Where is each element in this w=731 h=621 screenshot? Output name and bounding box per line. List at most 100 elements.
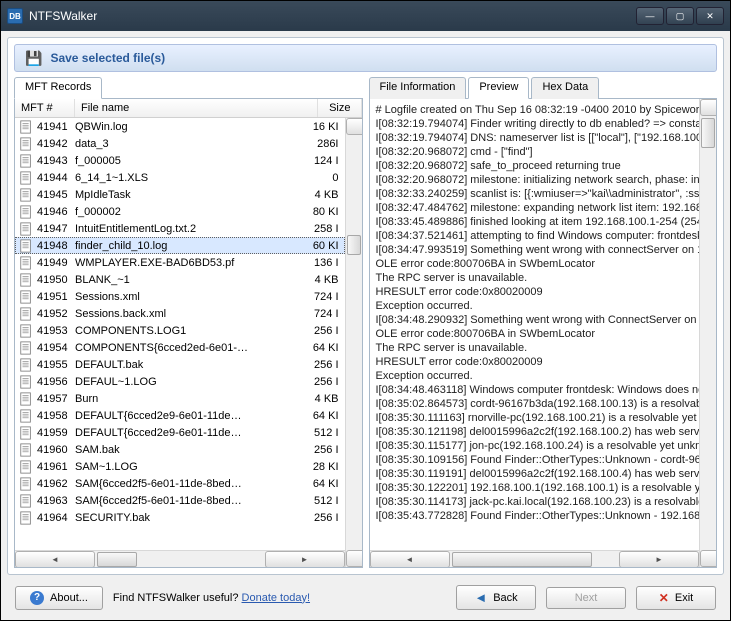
cell-size: 16 KI [301, 121, 345, 133]
horizontal-scrollbar[interactable]: ◄ ► [15, 550, 345, 567]
col-header-size[interactable]: Size [318, 99, 362, 117]
cell-mft: 41954 [35, 342, 75, 354]
table-row[interactable]: 41963SAM{6cced2f5-6e01-11de-8bed…512 I [15, 492, 345, 509]
preview-line: # Logfile created on Thu Sep 16 08:32:19… [376, 103, 694, 117]
preview-line: I[08:34:37.521461] attempting to find Wi… [376, 229, 694, 243]
tab-hex-data[interactable]: Hex Data [531, 77, 599, 99]
cell-filename: QBWin.log [75, 121, 301, 133]
preview-line: I[08:32:20.968072] cmd - ["find"] [376, 145, 694, 159]
cell-size: 258 I [301, 223, 345, 235]
table-row[interactable]: 41956DEFAUL~1.LOG256 I [15, 373, 345, 390]
cell-filename: SAM.bak [75, 444, 301, 456]
preview-line: I[08:34:48.463118] Windows computer fron… [376, 383, 694, 397]
table-row[interactable]: 41941QBWin.log16 KI [15, 118, 345, 135]
preview-line: I[08:35:30.115177] jon-pc(192.168.100.24… [376, 439, 694, 453]
col-header-mft[interactable]: MFT # [15, 99, 75, 117]
col-header-name[interactable]: File name [75, 99, 318, 117]
cell-size: 512 I [301, 495, 345, 507]
table-row[interactable]: 41950BLANK_~14 KB [15, 271, 345, 288]
exit-button[interactable]: ✕ Exit [636, 586, 716, 610]
preview-line: I[08:35:43.772828] Found Finder::OtherTy… [376, 509, 694, 523]
preview-line: OLE error code:800706BA in SWbemLocator [376, 257, 694, 271]
cell-mft: 41950 [35, 274, 75, 286]
close-button[interactable]: ✕ [696, 7, 724, 25]
table-row[interactable]: 41945MpIdleTask4 KB [15, 186, 345, 203]
table-body[interactable]: 41941QBWin.log16 KI41942data_3286I41943f… [15, 118, 345, 550]
cell-filename: DEFAULT.bak [75, 359, 301, 371]
cell-filename: DEFAUL~1.LOG [75, 376, 301, 388]
cell-mft: 41949 [35, 257, 75, 269]
table-row[interactable]: 41947IntuitEntitlementLog.txt.2258 I [15, 220, 345, 237]
horizontal-scrollbar-preview[interactable]: ◄ ► [370, 550, 700, 567]
preview-content[interactable]: # Logfile created on Thu Sep 16 08:32:19… [370, 99, 700, 550]
table-row[interactable]: 41943f_000005124 I [15, 152, 345, 169]
table-row[interactable]: 41951Sessions.xml724 I [15, 288, 345, 305]
cell-mft: 41953 [35, 325, 75, 337]
cell-size: 80 KI [301, 206, 345, 218]
preview-line: I[08:35:30.121198] del0015996a2c2f(192.1… [376, 425, 694, 439]
preview-line: Exception occurred. [376, 369, 694, 383]
next-label: Next [575, 592, 598, 604]
tab-mft-records[interactable]: MFT Records [14, 77, 102, 99]
preview-line: Exception occurred. [376, 299, 694, 313]
preview-line: HRESULT error code:0x80020009 [376, 355, 694, 369]
app-logo-icon: DB [7, 8, 23, 24]
cell-filename: finder_child_10.log [75, 240, 301, 252]
preview-line: I[08:32:19.794074] Finder writing direct… [376, 117, 694, 131]
cell-mft: 41957 [35, 393, 75, 405]
cell-mft: 41960 [35, 444, 75, 456]
back-button[interactable]: ◄ Back [456, 585, 536, 610]
vertical-scrollbar-preview[interactable]: ▲ ▼ [699, 99, 716, 567]
cell-filename: f_000005 [75, 155, 301, 167]
cell-size: 64 KI [301, 342, 345, 354]
cell-size: 256 I [301, 512, 345, 524]
table-row[interactable]: 41962SAM{6cced2f5-6e01-11de-8bed…64 KI [15, 475, 345, 492]
preview-line: The RPC server is unavailable. [376, 271, 694, 285]
preview-line: I[08:34:48.290932] Something went wrong … [376, 313, 694, 327]
cell-mft: 41951 [35, 291, 75, 303]
table-row[interactable]: 41957Burn4 KB [15, 390, 345, 407]
about-button[interactable]: ? About... [15, 586, 103, 610]
save-toolbar[interactable]: 💾 Save selected file(s) [14, 44, 717, 72]
table-row[interactable]: 41954COMPONENTS{6cced2ed-6e01-…64 KI [15, 339, 345, 356]
donate-link[interactable]: Donate today! [242, 592, 311, 604]
table-row[interactable]: 41948finder_child_10.log60 KI [15, 237, 345, 254]
table-row[interactable]: 41960SAM.bak256 I [15, 441, 345, 458]
back-label: Back [493, 592, 517, 604]
maximize-button[interactable]: ▢ [666, 7, 694, 25]
bottom-bar: ? About... Find NTFSWalker useful? Donat… [7, 579, 724, 614]
cell-mft: 41961 [35, 461, 75, 473]
table-row[interactable]: 41946f_00000280 KI [15, 203, 345, 220]
tab-preview[interactable]: Preview [468, 77, 529, 99]
preview-line: I[08:35:30.114173] jack-pc.kai.local(192… [376, 495, 694, 509]
table-row[interactable]: 41953COMPONENTS.LOG1256 I [15, 322, 345, 339]
cell-size: 286I [301, 138, 345, 150]
table-row[interactable]: 41942data_3286I [15, 135, 345, 152]
cell-mft: 41952 [35, 308, 75, 320]
cell-size: 64 KI [301, 410, 345, 422]
cell-mft: 41963 [35, 495, 75, 507]
table-row[interactable]: 41961SAM~1.LOG28 KI [15, 458, 345, 475]
cell-size: 124 I [301, 155, 345, 167]
table-row[interactable]: 419446_14_1~1.XLS0 [15, 169, 345, 186]
table-row[interactable]: 41958DEFAULT{6cced2e9-6e01-11de…64 KI [15, 407, 345, 424]
table-row[interactable]: 41952Sessions.back.xml724 I [15, 305, 345, 322]
vertical-scrollbar-left[interactable]: ▲ ▼ [345, 118, 362, 567]
mft-records-pane: MFT Records MFT # File name Size 41941QB… [14, 76, 363, 568]
table-row[interactable]: 41949WMPLAYER.EXE-BAD6BD53.pf136 I [15, 254, 345, 271]
tab-file-information[interactable]: File Information [369, 77, 467, 99]
cell-size: 4 KB [301, 274, 345, 286]
table-row[interactable]: 41964SECURITY.bak256 I [15, 509, 345, 526]
table-row[interactable]: 41955DEFAULT.bak256 I [15, 356, 345, 373]
cell-mft: 41945 [35, 189, 75, 201]
main-window: DB NTFSWalker — ▢ ✕ 💾 Save selected file… [0, 0, 731, 621]
preview-line: I[08:32:47.484762] milestone: expanding … [376, 201, 694, 215]
preview-line: I[08:32:20.968072] milestone: initializi… [376, 173, 694, 187]
table-row[interactable]: 41959DEFAULT{6cced2e9-6e01-11de…512 I [15, 424, 345, 441]
cell-mft: 41959 [35, 427, 75, 439]
minimize-button[interactable]: — [636, 7, 664, 25]
cell-filename: COMPONENTS.LOG1 [75, 325, 301, 337]
save-label: Save selected file(s) [50, 51, 165, 65]
cell-filename: SECURITY.bak [75, 512, 301, 524]
cell-size: 28 KI [301, 461, 345, 473]
